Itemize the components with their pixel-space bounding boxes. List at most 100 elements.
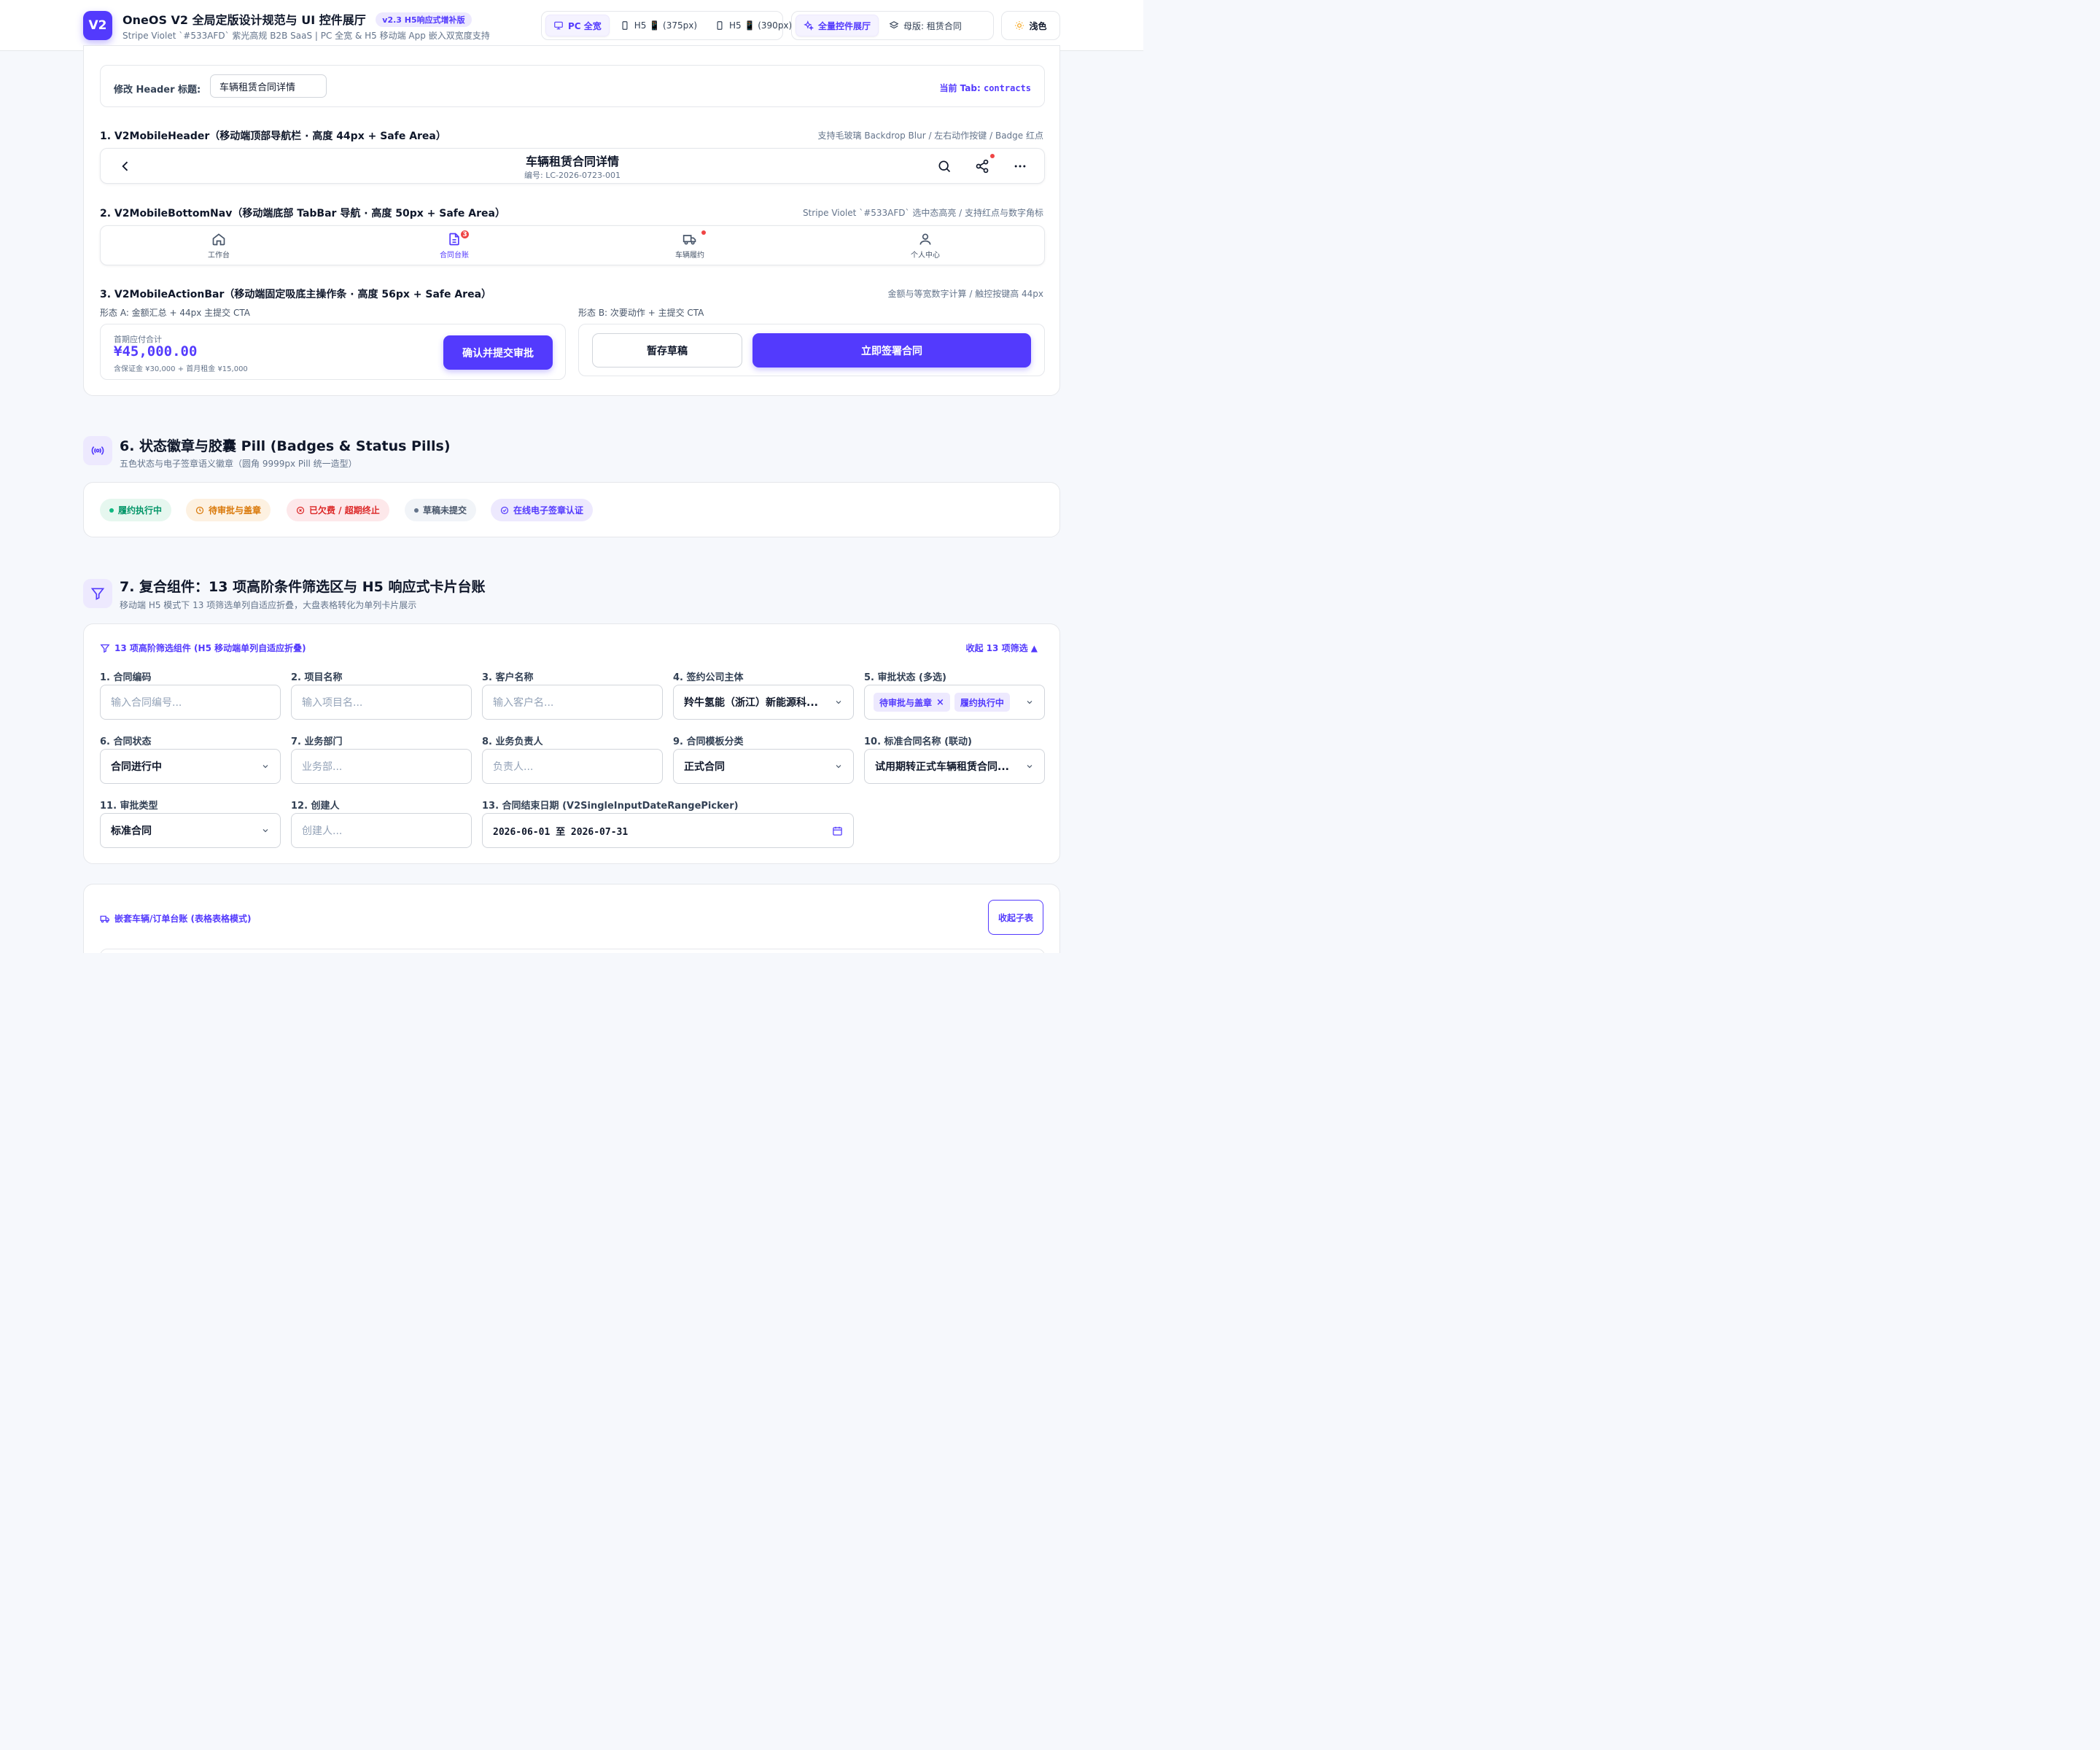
field-project-name-label: 2. 项目名称 (291, 672, 343, 683)
view-showcase-button[interactable]: 全量控件展厅 (796, 15, 879, 36)
calendar-icon (833, 826, 842, 836)
app-title-text: OneOS V2 全局定版设计规范与 UI 控件展厅 (122, 13, 366, 27)
pill-draft: 草稿未提交 (405, 499, 477, 521)
mobile-header-title: 车辆租赁合同详情 (525, 155, 619, 168)
field-department-input[interactable]: 业务部... (291, 749, 472, 784)
app-logo: V2 (83, 11, 112, 40)
chevron-down-icon (836, 701, 841, 704)
filter-heading-text: 13 项高阶筛选组件 (H5 移动端单列自适应折叠) (114, 643, 306, 653)
chevron-down-icon (1027, 701, 1032, 704)
bottom-nav-heading: 2. V2MobileBottomNav（移动端底部 TabBar 导航 · 高… (100, 208, 505, 219)
field-contract-code-label: 1. 合同编码 (100, 672, 152, 683)
header-title-input[interactable] (210, 74, 327, 98)
nav-item-profile[interactable]: 个人中心 (852, 226, 998, 265)
field-creator-input[interactable]: 创建人... (291, 813, 472, 848)
field-company-value: 羚牛氢能（浙江）新能源科... (684, 697, 818, 709)
approval-tag-pending-label: 待审批与盖章 (879, 697, 933, 708)
sign-contract-button[interactable]: 立即签署合同 (752, 333, 1031, 368)
viewport-h5-375-button[interactable]: H5 📱 (375px) (612, 15, 704, 36)
viewport-pc-button[interactable]: PC 全宽 (545, 15, 610, 36)
close-icon[interactable]: × (936, 697, 944, 708)
nav-item-workbench[interactable]: 工作台 (146, 226, 292, 265)
field-owner-input[interactable]: 负责人... (482, 749, 663, 784)
nav-item-vehicles[interactable]: 车辆履约 (617, 226, 763, 265)
action-bar-heading: 3. V2MobileActionBar（移动端固定吸底主操作条 · 高度 56… (100, 289, 492, 300)
action-bar-form-b-label: 形态 B: 次要动作 + 主提交 CTA (578, 308, 704, 318)
field-project-name-input[interactable]: 输入项目名... (291, 685, 472, 720)
field-approval-status-select[interactable]: 待审批与盖章 × 履约执行中 (864, 685, 1045, 720)
field-std-contract-value: 试用期转正式车辆租赁合同... (875, 761, 1009, 773)
user-icon (919, 233, 931, 245)
nav-item-vehicles-label: 车辆履约 (675, 252, 704, 260)
top-bar: V2 OneOS V2 全局定版设计规范与 UI 控件展厅 v2.3 H5响应式… (0, 0, 1143, 51)
field-template-select[interactable]: 正式合同 (673, 749, 854, 784)
pill-executing-label: 履约执行中 (118, 505, 163, 516)
share-button[interactable] (973, 158, 991, 175)
field-contract-status-select[interactable]: 合同进行中 (100, 749, 281, 784)
field-end-date-range-picker[interactable]: 2026-06-01 至 2026-07-31 (482, 813, 854, 848)
action-bar-form-a: 首期应付合计 ¥45,000.00 含保证金 ¥30,000 + 首月租金 ¥1… (100, 324, 566, 380)
field-contract-code-input[interactable]: 输入合同编号... (100, 685, 281, 720)
viewport-pc-label: PC 全宽 (568, 20, 602, 31)
field-customer-name-input[interactable]: 输入客户名... (482, 685, 663, 720)
field-contract-status-value: 合同进行中 (111, 761, 162, 773)
mobile-components-card: 修改 Header 标题: 当前 Tab: contracts 1. V2Mob… (83, 45, 1060, 396)
field-end-date-label: 13. 合同结束日期 (V2SingleInputDateRangePicker… (482, 801, 739, 812)
nav-item-contracts[interactable]: 合同台账 3 (381, 226, 527, 265)
section7-title: 7. 复合组件：13 项高阶条件筛选区与 H5 响应式卡片台账 (120, 579, 486, 595)
submit-approval-button[interactable]: 确认并提交审批 (443, 335, 553, 370)
status-dot (414, 508, 419, 513)
current-tab-label: 当前 Tab: (939, 83, 981, 93)
search-button[interactable] (936, 158, 953, 175)
broadcast-icon (91, 446, 104, 455)
current-tab-value: contracts (983, 83, 1031, 93)
viewport-h5-390-button[interactable]: H5 📱 (390px) (707, 15, 799, 36)
header-title-editor: 修改 Header 标题: 当前 Tab: contracts (100, 65, 1045, 107)
field-company-label: 4. 签约公司主体 (673, 672, 744, 683)
collapse-filters-link[interactable]: 收起 13 项筛选 ▲ (966, 642, 1038, 654)
view-master-label: 母版: 租赁合同 (903, 20, 962, 31)
viewport-h5-390-label: H5 📱 (390px) (729, 20, 793, 31)
viewport-h5-375-label: H5 📱 (375px) (634, 20, 697, 31)
collapse-subtable-button[interactable]: 收起子表 (988, 900, 1043, 935)
pill-executing: 履约执行中 (100, 499, 172, 521)
phone-icon (717, 21, 723, 30)
nav-item-workbench-label: 工作台 (208, 252, 230, 260)
theme-label: 浅色 (1029, 20, 1047, 31)
layers-icon (889, 21, 899, 29)
save-draft-button[interactable]: 暂存草稿 (592, 333, 742, 368)
theme-toggle[interactable]: 浅色 (1001, 11, 1060, 40)
theme-toggle-button[interactable]: 浅色 (1007, 15, 1054, 36)
nav-item-contracts-label: 合同台账 (440, 252, 469, 260)
section7-icon-box (83, 579, 112, 608)
filter-icon (90, 588, 105, 600)
more-horizontal-icon (1014, 165, 1026, 168)
app-title: OneOS V2 全局定版设计规范与 UI 控件展厅 v2.3 H5响应式增补版 (122, 10, 472, 28)
pill-esign-label: 在线电子签章认证 (513, 505, 584, 516)
field-company-select[interactable]: 羚牛氢能（浙江）新能源科... (673, 685, 854, 720)
filter-heading: 13 项高阶筛选组件 (H5 移动端单列自适应折叠) (100, 642, 306, 654)
file-text-icon (449, 233, 459, 246)
pill-esign: 在线电子签章认证 (491, 499, 594, 521)
field-department-label: 7. 业务部门 (291, 736, 343, 747)
section6-subtitle: 五色状态与电子签章语义徽章（圆角 9999px Pill 统一造型） (120, 459, 357, 469)
sparkles-icon (804, 20, 814, 31)
chevron-down-icon (1027, 765, 1032, 769)
field-template-label: 9. 合同模板分类 (673, 736, 744, 747)
pill-overdue: 已欠费 / 超期终止 (287, 499, 389, 521)
more-button[interactable] (1011, 158, 1029, 175)
app-subtitle: Stripe Violet `#533AFD` 紫光高规 B2B SaaS | … (122, 31, 490, 41)
field-approval-type-select[interactable]: 标准合同 (100, 813, 281, 848)
view-master-button[interactable]: 母版: 租赁合同 (882, 15, 969, 36)
field-contract-status-label: 6. 合同状态 (100, 736, 152, 747)
vehicles-badge-dot (701, 230, 706, 235)
version-badge: v2.3 H5响应式增补版 (376, 12, 472, 27)
field-std-contract-select[interactable]: 试用期转正式车辆租赁合同... (864, 749, 1045, 784)
subtable-card: 嵌套车辆/订单台账 (表格表格模式) 收起子表 (83, 884, 1060, 953)
section6-title: 6. 状态徽章与胶囊 Pill (Badges & Status Pills) (120, 438, 451, 454)
chevron-down-icon (262, 765, 268, 769)
approval-tag-executing: 履约执行中 (954, 693, 1010, 712)
mobile-header-note: 支持毛玻璃 Backdrop Blur / 左右动作按键 / Badge 红点 (817, 131, 1043, 141)
section6-icon-box (83, 436, 112, 465)
share-icon (976, 159, 989, 174)
